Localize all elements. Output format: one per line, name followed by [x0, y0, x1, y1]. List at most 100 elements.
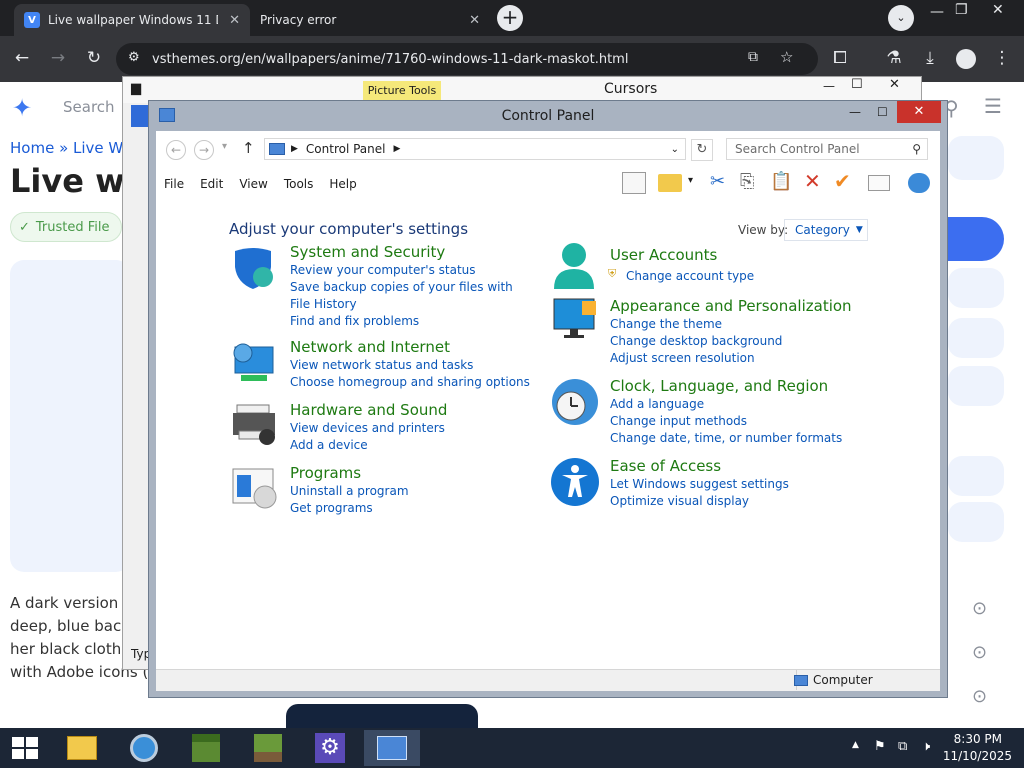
close-icon[interactable]: ✕ [469, 13, 480, 28]
site-info-icon[interactable]: ⚙ [128, 50, 140, 65]
tab-live-wallpaper[interactable]: V Live wallpaper Windows 11 Dark ✕ [14, 4, 250, 36]
printer-icon[interactable] [231, 403, 277, 447]
labs-icon[interactable]: ⚗ [880, 44, 908, 72]
ribbon-tab-file[interactable] [131, 105, 149, 127]
menu-file[interactable]: File [156, 177, 192, 191]
show-hidden-icons-icon[interactable]: ▲ [852, 740, 859, 750]
search-control-panel-input[interactable]: Search Control Panel ⚲ [726, 138, 928, 160]
category-programs[interactable]: Programs [290, 464, 361, 482]
view-by-dropdown[interactable]: Category ▼ [784, 219, 868, 241]
close-window-icon[interactable]: ✕ [992, 2, 1004, 18]
volume-muted-icon[interactable]: 🕨 [922, 739, 930, 754]
clock-globe-icon[interactable] [550, 377, 600, 427]
tab-privacy-error[interactable]: Privacy error ✕ [250, 4, 490, 36]
install-app-icon[interactable]: ⧉ [748, 49, 758, 65]
link-add-language[interactable]: Add a language [610, 396, 704, 413]
chevron-down-icon[interactable]: ▾ [688, 175, 693, 186]
accessibility-icon[interactable] [550, 457, 600, 507]
chevron-right-icon[interactable]: ⊙ [972, 686, 987, 707]
menu-kebab-icon[interactable]: ⋮ [988, 44, 1016, 72]
category-hardware-and-sound[interactable]: Hardware and Sound [290, 401, 447, 419]
chevron-down-icon[interactable]: ⌄ [671, 144, 679, 155]
clock-date[interactable]: 11/10/2025 [940, 749, 1012, 763]
recent-locations-icon[interactable]: ▾ [222, 141, 227, 152]
site-search-input[interactable]: Search [63, 98, 115, 116]
monitor-icon[interactable] [552, 297, 598, 341]
link-suggest-settings[interactable]: Let Windows suggest settings [610, 476, 789, 493]
tab-search-button[interactable]: ⌄ [888, 5, 914, 31]
minimize-icon[interactable]: — [823, 79, 835, 93]
back-icon[interactable]: ← [8, 44, 36, 72]
menu-help[interactable]: Help [321, 177, 364, 191]
menu-view[interactable]: View [231, 177, 275, 191]
folder-options-icon[interactable] [658, 174, 682, 192]
link-input-methods[interactable]: Change input methods [610, 413, 747, 430]
link-change-theme[interactable]: Change the theme [610, 316, 722, 333]
layout-pane-icon[interactable] [622, 172, 646, 194]
site-logo-icon[interactable]: ✦ [12, 94, 32, 122]
link-optimize-visual[interactable]: Optimize visual display [610, 493, 749, 510]
network-icon[interactable]: ⧉ [898, 739, 907, 754]
paste-icon[interactable]: 📋 [770, 171, 792, 192]
chevron-right-icon[interactable]: ⊙ [972, 642, 987, 663]
link-get-programs[interactable]: Get programs [290, 500, 373, 517]
address-bar[interactable]: ▶ Control Panel ▶ ⌄ [264, 138, 686, 160]
minimize-icon[interactable]: — [849, 105, 861, 119]
link-date-time-formats[interactable]: Change date, time, or number formats [610, 430, 842, 447]
category-network-and-internet[interactable]: Network and Internet [290, 338, 450, 356]
minecraft-icon[interactable] [178, 730, 234, 766]
file-explorer-icon[interactable] [54, 730, 110, 766]
download-icon[interactable]: ⤓ [916, 44, 944, 72]
rename-icon[interactable] [868, 175, 890, 191]
action-center-icon[interactable]: ⚑ [874, 739, 886, 754]
category-clock-language-region[interactable]: Clock, Language, and Region [610, 377, 828, 395]
link-devices-printers[interactable]: View devices and printers [290, 420, 445, 437]
control-panel-taskbar-icon[interactable] [364, 730, 420, 766]
link-change-account-type[interactable]: Change account type [626, 268, 754, 285]
maximize-icon[interactable]: ☐ [851, 77, 863, 92]
close-icon[interactable]: ✕ [229, 13, 240, 28]
hamburger-menu-icon[interactable]: ☰ [984, 94, 1002, 118]
maximize-icon[interactable]: ☐ [877, 105, 888, 119]
up-arrow-icon[interactable]: ↑ [242, 139, 255, 157]
clock-time[interactable]: 8:30 PM [940, 732, 1002, 746]
address-bar[interactable]: ⚙ vsthemes.org/en/wallpapers/anime/71760… [116, 43, 818, 75]
forward-icon[interactable]: → [194, 140, 214, 160]
programs-icon[interactable] [231, 467, 277, 511]
search-icon[interactable]: ⚲ [912, 142, 921, 156]
back-icon[interactable]: ← [166, 140, 186, 160]
copy-icon[interactable]: ⎘ [740, 171, 754, 192]
close-icon[interactable]: ✕ [889, 77, 900, 92]
bookmark-star-icon[interactable]: ☆ [780, 48, 793, 66]
cut-icon[interactable]: ✂ [710, 171, 725, 192]
refresh-icon[interactable]: ↻ [691, 139, 713, 161]
minimize-icon[interactable]: — [930, 4, 944, 20]
link-review-status[interactable]: Review your computer's status [290, 262, 476, 279]
windows-start-icon[interactable] [12, 737, 38, 762]
menu-edit[interactable]: Edit [192, 177, 231, 191]
profile-avatar-icon[interactable] [956, 49, 976, 69]
chevron-right-icon[interactable]: ⊙ [972, 598, 987, 619]
link-add-device[interactable]: Add a device [290, 437, 368, 454]
link-homegroup[interactable]: Choose homegroup and sharing options [290, 374, 530, 391]
network-globe-icon[interactable] [231, 341, 277, 385]
delete-icon[interactable]: ✕ [804, 169, 821, 193]
link-uninstall-program[interactable]: Uninstall a program [290, 483, 409, 500]
new-tab-button[interactable]: + [497, 5, 523, 31]
network-globe-icon[interactable] [908, 173, 930, 193]
forward-icon[interactable]: → [44, 44, 72, 72]
link-file-history[interactable]: Save backup copies of your files with Fi… [290, 279, 515, 313]
category-appearance-personalization[interactable]: Appearance and Personalization [610, 297, 852, 315]
restore-icon[interactable]: ❐ [955, 2, 968, 18]
category-system-and-security[interactable]: System and Security [290, 243, 445, 261]
browser-app-icon[interactable] [116, 730, 172, 766]
link-find-fix-problems[interactable]: Find and fix problems [290, 313, 419, 330]
extensions-icon[interactable]: ⧠ [826, 44, 854, 72]
settings-gear-icon[interactable]: ⚙ [302, 730, 358, 766]
category-ease-of-access[interactable]: Ease of Access [610, 457, 721, 475]
close-button[interactable]: ✕ [897, 101, 941, 123]
user-icon[interactable] [552, 241, 596, 291]
link-network-status[interactable]: View network status and tasks [290, 357, 473, 374]
shield-icon[interactable] [231, 245, 275, 289]
properties-check-icon[interactable]: ✔ [834, 169, 851, 193]
